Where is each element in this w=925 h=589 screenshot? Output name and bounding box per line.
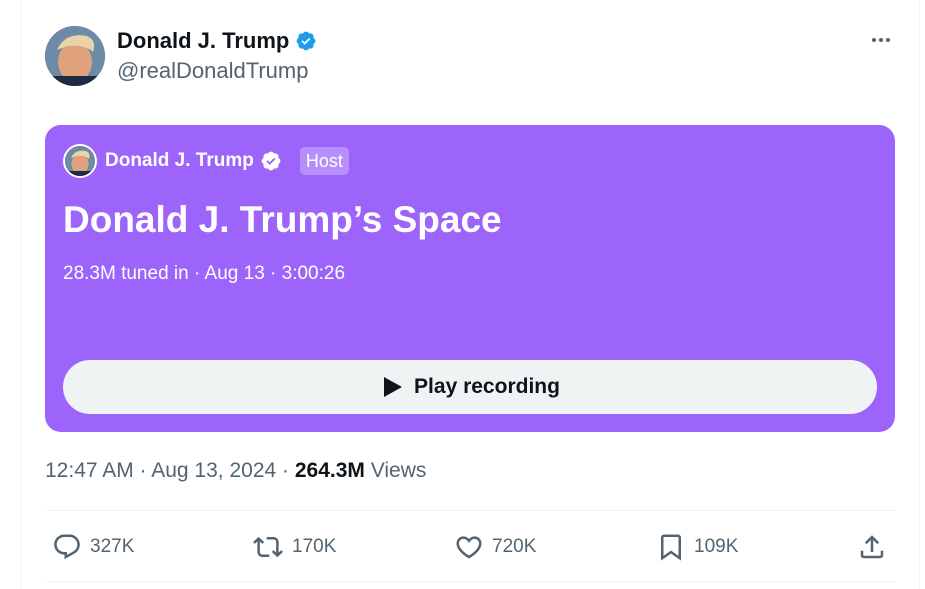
space-host-row: Donald J. Trump Host	[63, 143, 349, 179]
space-meta: 28.3M tuned in · Aug 13 · 3:00:26	[63, 263, 346, 284]
verified-badge-icon	[261, 151, 281, 171]
more-dot-icon	[879, 38, 883, 42]
frame-border-left	[20, 0, 21, 589]
like-button[interactable]: 720K	[454, 530, 536, 564]
author-avatar[interactable]	[45, 26, 105, 86]
author-handle[interactable]: @realDonaldTrump	[117, 58, 308, 84]
author-name-text[interactable]: Donald J. Trump	[117, 28, 289, 54]
reply-icon	[54, 534, 80, 560]
play-recording-label: Play recording	[414, 375, 560, 398]
bookmark-button[interactable]: 109K	[656, 530, 738, 564]
bookmark-count: 109K	[694, 536, 739, 557]
divider	[45, 510, 895, 511]
share-icon	[860, 535, 884, 559]
reply-button[interactable]: 327K	[52, 530, 134, 564]
post-timestamp: 12:47 AM · Aug 13, 2024 · 264.3M Views	[45, 458, 426, 484]
views-count: 264.3M	[294, 459, 365, 482]
post-date[interactable]: 12:47 AM · Aug 13, 2024 ·	[45, 459, 295, 482]
bookmark-icon	[661, 534, 681, 561]
divider	[45, 581, 895, 582]
host-photo-icon	[65, 146, 95, 176]
repost-count: 170K	[292, 536, 337, 557]
space-title: Donald J. Trump’s Space	[63, 199, 502, 240]
heart-icon	[456, 536, 482, 559]
more-dot-icon	[872, 38, 876, 42]
verified-badge-icon	[296, 31, 316, 51]
author-name[interactable]: Donald J. Trump	[117, 28, 317, 54]
repost-button[interactable]: 170K	[252, 530, 336, 564]
share-button[interactable]	[857, 530, 887, 564]
play-recording-button[interactable]: Play recording	[63, 360, 877, 414]
more-dot-icon	[886, 38, 890, 42]
avatar-photo-icon	[45, 26, 105, 86]
views-label: Views	[364, 459, 427, 482]
reply-count: 327K	[90, 536, 135, 557]
space-host-name: Donald J. Trump	[105, 150, 254, 171]
space-card[interactable]: Donald J. Trump Host Donald J. Trump’s S…	[45, 125, 895, 432]
host-badge: Host	[299, 147, 349, 175]
more-options-button[interactable]	[865, 28, 897, 52]
like-count: 720K	[492, 536, 537, 557]
frame-border-right	[919, 0, 920, 589]
host-avatar	[63, 144, 97, 178]
repost-icon	[253, 536, 283, 558]
play-icon	[384, 377, 403, 397]
